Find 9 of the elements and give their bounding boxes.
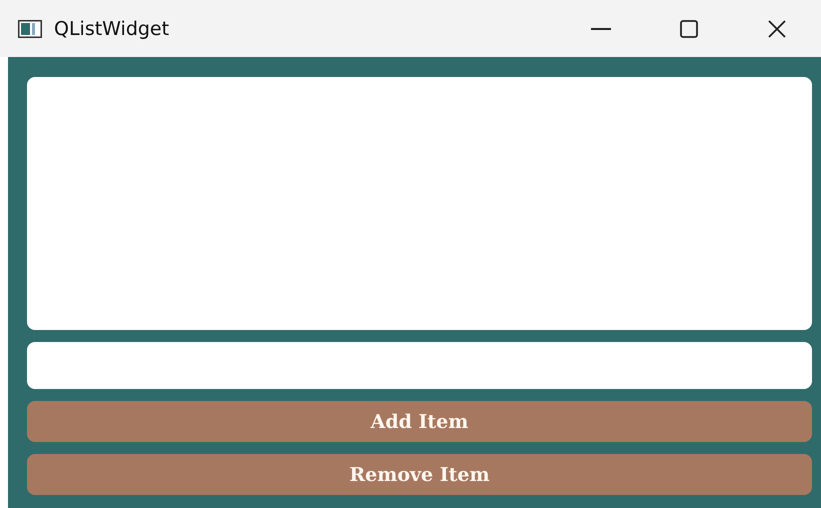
window-icon (18, 20, 42, 38)
minimize-icon (591, 28, 611, 30)
action-button[interactable]: Remove Item (27, 454, 812, 495)
list-box[interactable] (27, 77, 812, 330)
maximize-icon (680, 20, 698, 38)
window-title: QListWidget (54, 18, 170, 40)
input-field[interactable] (27, 342, 812, 389)
close-icon (768, 20, 786, 38)
action-button[interactable]: Add Item (27, 401, 812, 442)
